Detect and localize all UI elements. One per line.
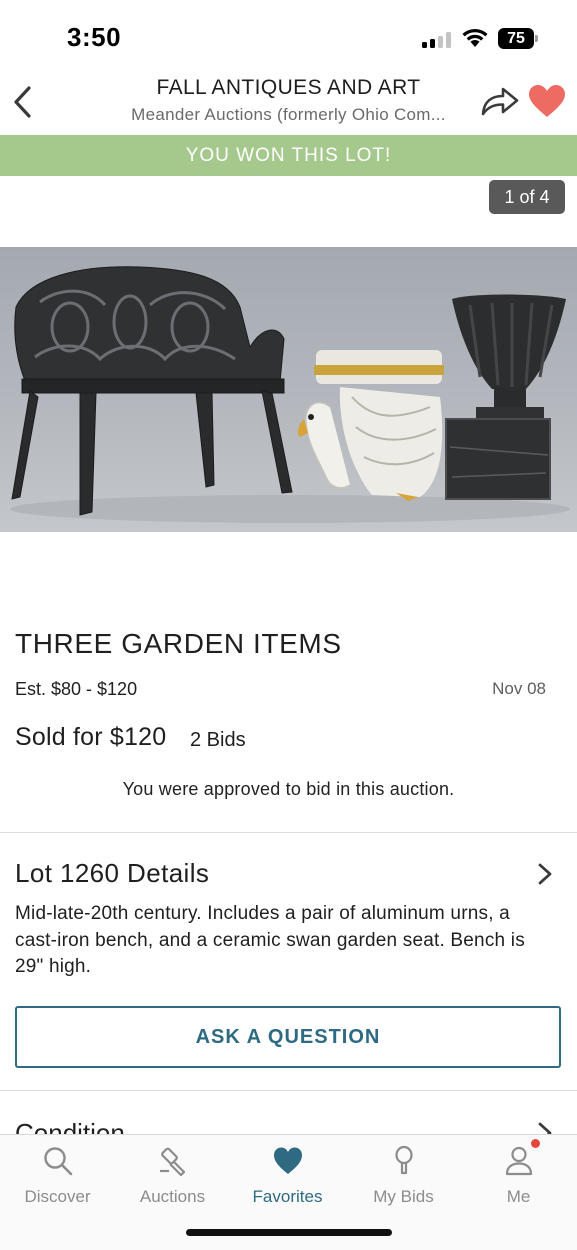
paddle-icon xyxy=(395,1145,413,1175)
home-indicator xyxy=(186,1229,392,1236)
auction-title[interactable]: FALL ANTIQUES AND ART xyxy=(100,76,477,100)
status-bar: 3:50 75 xyxy=(0,0,577,70)
notification-badge xyxy=(531,1139,540,1148)
battery-level: 75 xyxy=(498,28,534,49)
person-icon xyxy=(505,1146,533,1176)
search-icon xyxy=(44,1147,73,1176)
bench-image xyxy=(11,266,293,516)
photo-counter: 1 of 4 xyxy=(489,180,565,214)
tab-auctions[interactable]: Auctions xyxy=(115,1135,230,1215)
tab-label: My Bids xyxy=(373,1187,434,1206)
lot-photo[interactable] xyxy=(0,247,577,532)
bids-count[interactable]: 2 Bids xyxy=(190,729,246,752)
tab-me[interactable]: Me xyxy=(461,1135,576,1215)
gavel-icon xyxy=(160,1147,186,1177)
lot-details-title[interactable]: Lot 1260 Details xyxy=(15,858,209,889)
condition-row[interactable]: Condition xyxy=(0,1112,577,1134)
tab-label: Me xyxy=(506,1187,531,1206)
ask-a-question-button[interactable]: ASK A QUESTION xyxy=(15,1006,561,1068)
approval-note: You were approved to bid in this auction… xyxy=(122,779,455,799)
tab-my-bids[interactable]: My Bids xyxy=(346,1135,461,1215)
section-divider xyxy=(0,1090,577,1091)
favorite-heart-button[interactable] xyxy=(527,83,567,119)
cellular-signal-icon xyxy=(422,32,452,48)
battery-icon: 75 xyxy=(498,28,538,49)
tab-discover[interactable]: Discover xyxy=(0,1135,115,1215)
lot-description: Mid-late-20th century. Includes a pair o… xyxy=(15,903,525,977)
chevron-right-icon[interactable] xyxy=(533,861,557,887)
condition-title[interactable]: Condition xyxy=(15,1118,125,1134)
share-button[interactable] xyxy=(480,83,520,119)
chevron-right-icon[interactable] xyxy=(533,1120,557,1134)
sold-price: Sold for $120 xyxy=(15,723,167,751)
tab-favorites[interactable]: Favorites xyxy=(230,1135,345,1215)
lot-date: Nov 08 xyxy=(492,679,546,698)
lot-estimate: Est. $80 - $120 xyxy=(15,679,138,699)
tab-label: Favorites xyxy=(252,1187,323,1206)
wifi-icon xyxy=(462,28,488,47)
nav-header: FALL ANTIQUES AND ART Meander Auctions (… xyxy=(0,70,577,135)
heart-icon xyxy=(274,1147,302,1174)
won-lot-banner: YOU WON THIS LOT! xyxy=(0,135,577,176)
tab-label: Discover xyxy=(24,1187,91,1206)
status-time: 3:50 xyxy=(67,22,122,52)
urn-image xyxy=(445,294,566,500)
swan-seat-image xyxy=(297,350,444,501)
lot-details-row[interactable]: Lot 1260 Details xyxy=(0,855,577,895)
back-button[interactable] xyxy=(8,82,38,122)
section-divider xyxy=(0,832,577,833)
tab-label: Auctions xyxy=(139,1187,206,1206)
lot-title: THREE GARDEN ITEMS xyxy=(15,628,342,659)
auctioneer-name[interactable]: Meander Auctions (formerly Ohio Com... xyxy=(100,105,477,125)
